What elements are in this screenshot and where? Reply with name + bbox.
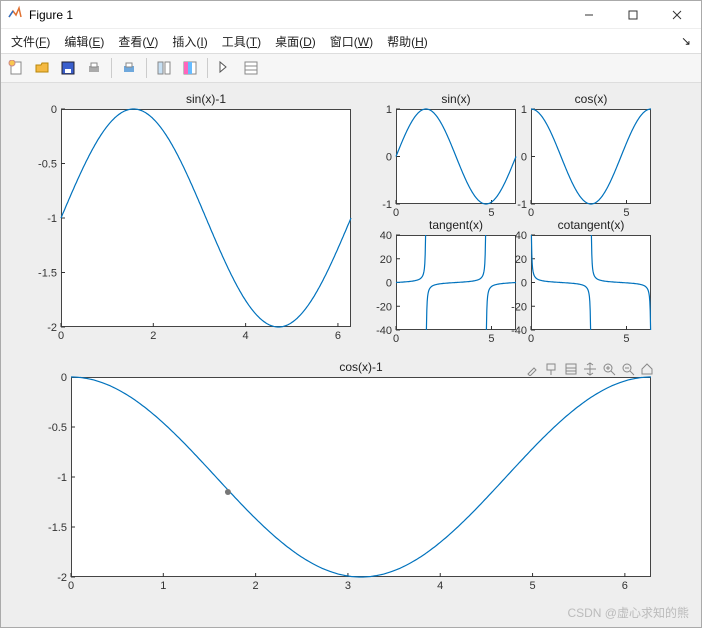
- svg-text:-1.5: -1.5: [38, 268, 57, 280]
- svg-text:40: 40: [515, 230, 527, 242]
- svg-text:1: 1: [160, 580, 166, 592]
- link-plots-button[interactable]: [153, 57, 175, 79]
- property-inspector-button[interactable]: [240, 57, 262, 79]
- svg-text:5: 5: [623, 207, 629, 219]
- figure-canvas: sin(x)-1 sin(x) cos(x) tangent(x) cotang…: [1, 83, 701, 627]
- pan-icon[interactable]: [582, 361, 598, 377]
- open-button[interactable]: [31, 57, 53, 79]
- svg-text:-40: -40: [511, 325, 527, 337]
- svg-text:-1.5: -1.5: [48, 522, 67, 534]
- zoom-in-icon[interactable]: [601, 361, 617, 377]
- axes-cosx-1[interactable]: 0123456-2-1.5-1-0.50: [71, 377, 651, 577]
- menu-overflow-icon[interactable]: ↘: [681, 34, 691, 48]
- print-button[interactable]: [83, 57, 105, 79]
- svg-text:0: 0: [58, 330, 64, 342]
- svg-text:-0.5: -0.5: [38, 159, 57, 171]
- svg-text:0: 0: [68, 580, 74, 592]
- zoom-out-icon[interactable]: [620, 361, 636, 377]
- svg-text:6: 6: [335, 330, 341, 342]
- minimize-button[interactable]: [567, 2, 611, 28]
- menu-help[interactable]: 帮助(H): [387, 33, 428, 50]
- matlab-logo-icon: [7, 5, 23, 24]
- svg-text:5: 5: [623, 333, 629, 345]
- svg-text:-1: -1: [517, 199, 527, 211]
- svg-text:0: 0: [386, 152, 392, 164]
- ruler-icon[interactable]: [563, 361, 579, 377]
- svg-text:0: 0: [528, 207, 534, 219]
- svg-text:0: 0: [393, 333, 399, 345]
- window-title: Figure 1: [29, 8, 73, 22]
- svg-text:20: 20: [380, 254, 392, 266]
- svg-text:6: 6: [622, 580, 628, 592]
- svg-text:0: 0: [386, 278, 392, 290]
- svg-text:-40: -40: [376, 325, 392, 337]
- datatip-icon[interactable]: [544, 361, 560, 377]
- axes-toolbar: [525, 361, 655, 377]
- svg-text:0: 0: [61, 372, 67, 384]
- svg-text:5: 5: [529, 580, 535, 592]
- menu-view[interactable]: 查看(V): [118, 33, 158, 50]
- svg-text:2: 2: [150, 330, 156, 342]
- axes-cotangentx[interactable]: 05-40-2002040: [531, 235, 651, 330]
- maximize-button[interactable]: [611, 2, 655, 28]
- home-icon[interactable]: [639, 361, 655, 377]
- svg-text:0: 0: [521, 152, 527, 164]
- axes-tangentx[interactable]: 05-40-2002040: [396, 235, 516, 330]
- svg-text:2: 2: [253, 580, 259, 592]
- axes4-title: tangent(x): [396, 218, 516, 232]
- svg-text:1: 1: [521, 104, 527, 116]
- toolbar: [1, 53, 701, 83]
- menu-file[interactable]: 文件(F): [11, 33, 50, 50]
- menubar: 文件(F) 编辑(E) 查看(V) 插入(I) 工具(T) 桌面(D) 窗口(W…: [1, 29, 701, 53]
- edit-plot-button[interactable]: [214, 57, 236, 79]
- new-figure-button[interactable]: [5, 57, 27, 79]
- svg-text:0: 0: [528, 333, 534, 345]
- svg-text:0: 0: [393, 207, 399, 219]
- svg-text:-2: -2: [47, 322, 57, 334]
- svg-text:5: 5: [488, 207, 494, 219]
- menu-insert[interactable]: 插入(I): [172, 33, 207, 50]
- axes-sinx[interactable]: 05-101: [396, 109, 516, 204]
- menu-tools[interactable]: 工具(T): [222, 33, 261, 50]
- svg-text:0: 0: [521, 278, 527, 290]
- axes-sinx-1[interactable]: 0246-2-1.5-1-0.50: [61, 109, 351, 327]
- close-button[interactable]: [655, 2, 699, 28]
- svg-text:40: 40: [380, 230, 392, 242]
- svg-text:0: 0: [51, 104, 57, 116]
- svg-text:-0.5: -0.5: [48, 422, 67, 434]
- titlebar: Figure 1: [1, 1, 701, 29]
- svg-text:3: 3: [345, 580, 351, 592]
- svg-text:-1: -1: [47, 213, 57, 225]
- svg-text:4: 4: [437, 580, 443, 592]
- insert-colorbar-button[interactable]: [179, 57, 201, 79]
- svg-text:-1: -1: [57, 472, 67, 484]
- svg-text:4: 4: [243, 330, 249, 342]
- save-button[interactable]: [57, 57, 79, 79]
- svg-text:20: 20: [515, 254, 527, 266]
- menu-edit[interactable]: 编辑(E): [64, 33, 104, 50]
- axes3-title: cos(x): [531, 92, 651, 106]
- watermark: CSDN @虚心求知的熊: [567, 604, 689, 621]
- axes-cosx[interactable]: 05-101: [531, 109, 651, 204]
- svg-text:1: 1: [386, 104, 392, 116]
- menu-window[interactable]: 窗口(W): [330, 33, 373, 50]
- svg-text:-1: -1: [382, 199, 392, 211]
- svg-text:5: 5: [488, 333, 494, 345]
- axes5-title: cotangent(x): [531, 218, 651, 232]
- svg-text:-20: -20: [376, 301, 392, 313]
- svg-text:-2: -2: [57, 572, 67, 584]
- axes2-title: sin(x): [396, 92, 516, 106]
- menu-desktop[interactable]: 桌面(D): [275, 33, 316, 50]
- brush-icon[interactable]: [525, 361, 541, 377]
- svg-text:-20: -20: [511, 301, 527, 313]
- axes1-title: sin(x)-1: [61, 92, 351, 106]
- print-preview-button[interactable]: [118, 57, 140, 79]
